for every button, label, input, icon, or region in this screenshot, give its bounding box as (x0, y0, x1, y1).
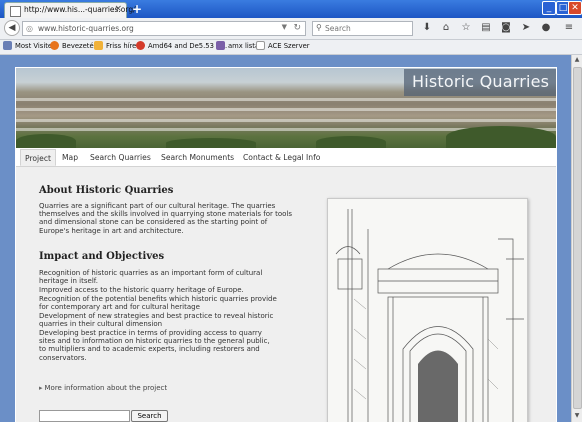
browser-search-input[interactable] (325, 23, 409, 34)
page-icon (256, 41, 265, 50)
home-icon[interactable]: ⌂ (440, 22, 452, 34)
menu-icon[interactable]: ≡ (563, 22, 575, 34)
browser-tab[interactable]: http://www.his...-quarries.org/ × (4, 2, 136, 18)
send-icon[interactable]: ➤ (520, 22, 532, 34)
navigation-toolbar: ◀ ◎ www.historic-quarries.org ▼ ↻ ⚲ ⬇ ⌂ … (0, 18, 582, 40)
menu-item-project[interactable]: Project (20, 149, 56, 166)
window-titlebar: http://www.his...-quarries.org/ × + _ □ … (0, 0, 582, 18)
site-search-button[interactable]: Search (131, 410, 168, 422)
page-viewport: Historic Quarries Project Map Search Qua… (0, 55, 571, 422)
scroll-up-icon[interactable]: ▲ (573, 56, 581, 65)
bookmark-label: amx lista (228, 41, 260, 50)
bookmark-bevezetes[interactable]: Bevezetés (50, 41, 97, 50)
bug-icon (136, 41, 145, 50)
objective-item: Development of new strategies and best p… (39, 312, 274, 329)
bookmarks-toolbar: Most Visited Bevezetés Friss hírek Amd64… (0, 40, 582, 55)
folder-icon (3, 41, 12, 50)
quarry-banner: Historic Quarries (16, 68, 556, 148)
banner-title-box: Historic Quarries (404, 69, 556, 96)
back-icon[interactable]: ◀ (4, 20, 20, 36)
objective-item: Recognition of the potential benefits wh… (39, 295, 277, 312)
more-info-label: More information about the project (44, 384, 168, 392)
portal-sketch-image (327, 198, 528, 422)
menu-item-contact-legal[interactable]: Contact & Legal Info (243, 149, 320, 166)
address-bar[interactable]: ◎ www.historic-quarries.org ▼ ↻ (22, 21, 306, 36)
browser-search-box[interactable]: ⚲ (312, 21, 413, 36)
impact-heading: Impact and Objectives (39, 251, 165, 262)
bookmark-amx-lista[interactable]: amx lista (216, 41, 259, 50)
search-icon: ⚲ (316, 23, 322, 32)
dropdown-icon[interactable]: ▼ (282, 23, 287, 31)
site-title[interactable]: Historic Quarries (412, 72, 549, 91)
site-container: Historic Quarries Project Map Search Qua… (15, 67, 557, 422)
architectural-drawing (335, 209, 524, 422)
bookmark-most-visited[interactable]: Most Visited (3, 41, 56, 50)
bookmark-amd64[interactable]: Amd64 and De5.53 - ... (136, 41, 227, 50)
menu-item-map[interactable]: Map (62, 149, 78, 166)
bookmark-ace-szerver[interactable]: ACE Szerver (256, 41, 310, 50)
chat-icon[interactable]: ● (540, 22, 552, 34)
objective-item: Developing best practice in terms of pro… (39, 329, 270, 362)
chevron-right-icon: ▸ (39, 384, 43, 392)
menu-item-search-quarries[interactable]: Search Quarries (90, 149, 151, 166)
list-icon (216, 41, 225, 50)
url-text[interactable]: www.historic-quarries.org (38, 24, 134, 33)
firefox-icon (50, 41, 59, 50)
vertical-scrollbar[interactable]: ▲ ▼ (571, 55, 582, 422)
reload-icon[interactable]: ↻ (293, 23, 301, 33)
minimize-button[interactable]: _ (542, 1, 556, 15)
objective-item: Recognition of historic quarries as an i… (39, 269, 263, 286)
page-favicon-icon (10, 6, 21, 17)
pocket-icon[interactable]: ◙ (500, 22, 512, 34)
main-content: About Historic Quarries Quarries are a s… (16, 167, 556, 422)
new-tab-button[interactable]: + (132, 2, 142, 16)
site-search-input[interactable] (39, 410, 130, 422)
close-window-button[interactable]: ✕ (568, 1, 582, 15)
objective-item: Improved access to the historic quarry h… (39, 286, 244, 294)
globe-icon: ◎ (26, 24, 33, 33)
rss-icon (94, 41, 103, 50)
bookmark-label: ACE Szerver (268, 41, 310, 50)
download-icon[interactable]: ⬇ (421, 22, 433, 34)
bookmark-label: Bevezetés (62, 41, 98, 50)
more-info-link[interactable]: ▸ More information about the project (39, 384, 167, 392)
bookmark-friss-hirek[interactable]: Friss hírek (94, 41, 140, 50)
tab-close-icon[interactable]: × (114, 4, 122, 14)
library-icon[interactable]: ▤ (480, 22, 492, 34)
star-icon[interactable]: ☆ (460, 22, 472, 34)
about-heading: About Historic Quarries (39, 185, 174, 196)
scroll-down-icon[interactable]: ▼ (573, 412, 581, 421)
about-text: Quarries are a significant part of our c… (39, 202, 292, 235)
menu-item-search-monuments[interactable]: Search Monuments (161, 149, 234, 166)
scrollbar-thumb[interactable] (573, 67, 582, 409)
main-menu: Project Map Search Quarries Search Monum… (16, 149, 556, 167)
